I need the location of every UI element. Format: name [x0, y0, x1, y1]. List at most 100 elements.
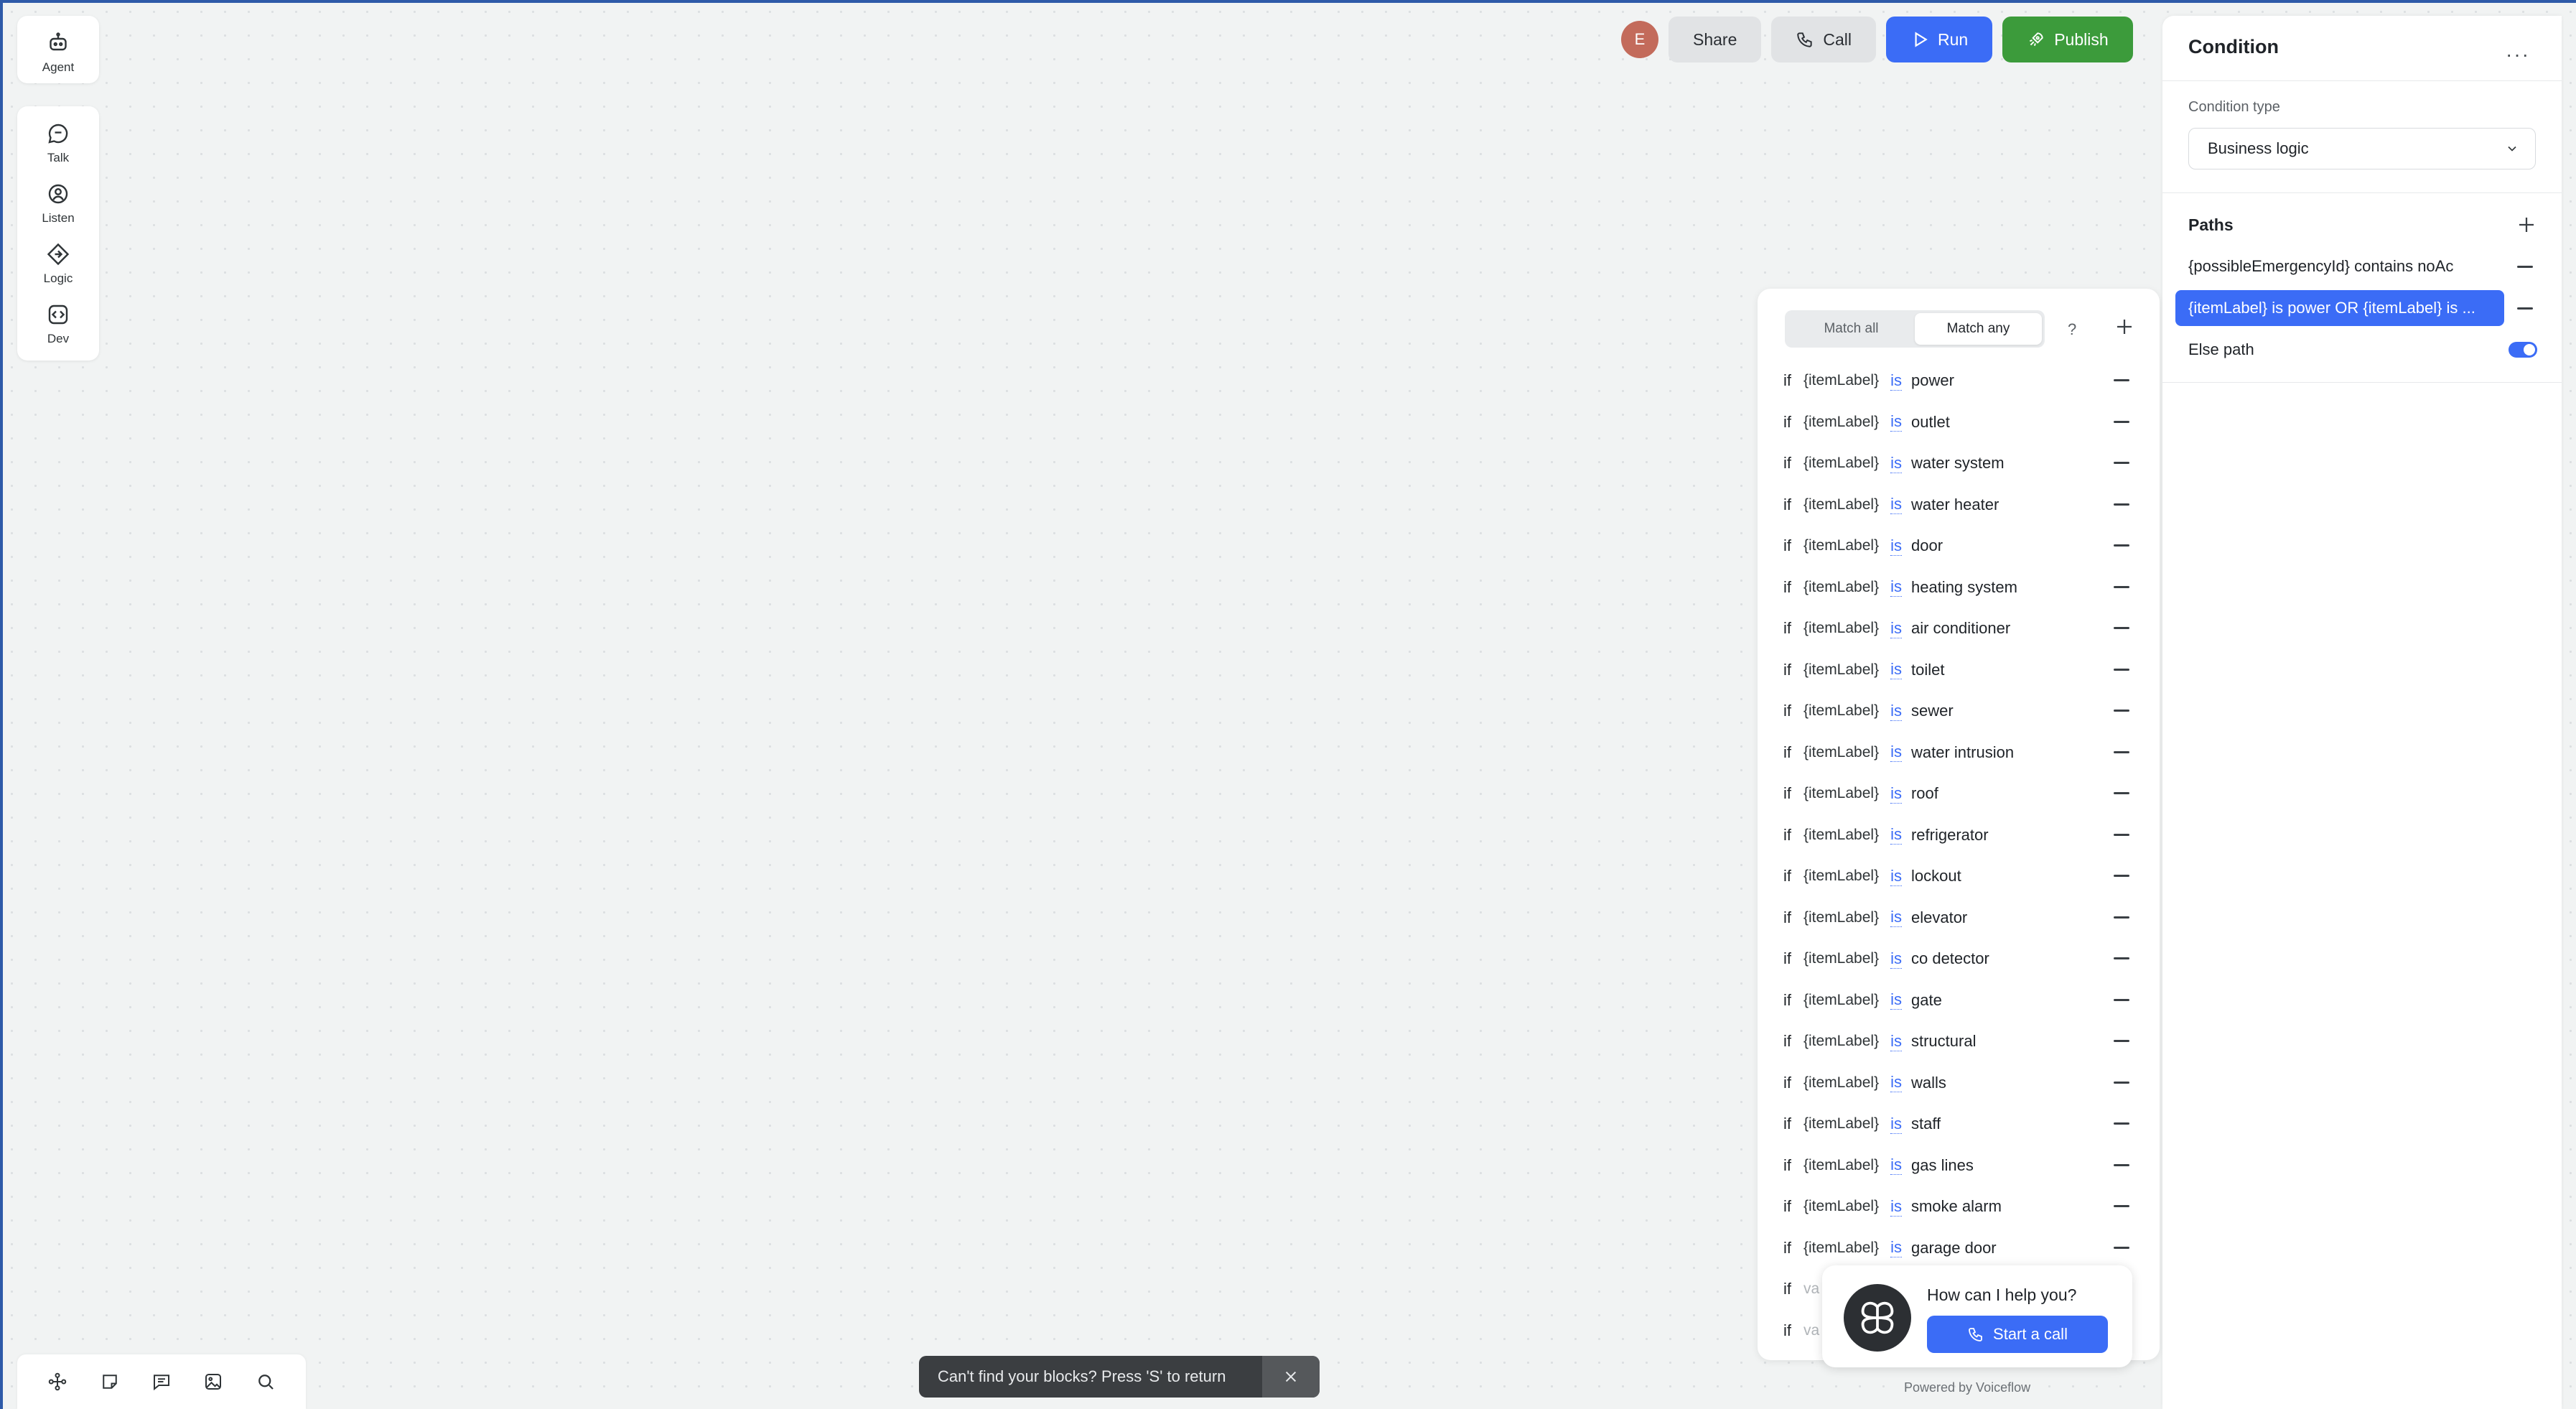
rule-operator[interactable]: is	[1890, 619, 1902, 638]
rule-operator[interactable]: is	[1890, 1155, 1902, 1175]
rule-operator[interactable]: is	[1890, 371, 1902, 391]
search-icon[interactable]	[255, 1371, 276, 1392]
remove-rule-icon[interactable]	[2114, 833, 2129, 836]
condition-rule-row[interactable]: if {itemLabel} is structural	[1783, 1027, 2135, 1056]
remove-rule-icon[interactable]	[2114, 1246, 2129, 1249]
condition-rule-row[interactable]: if {itemLabel} is water system	[1783, 449, 2135, 478]
publish-button[interactable]: Publish	[2002, 17, 2133, 62]
comment-icon[interactable]	[151, 1371, 172, 1392]
remove-rule-icon[interactable]	[2114, 1205, 2129, 1207]
condition-rule-row[interactable]: if {itemLabel} is smoke alarm	[1783, 1192, 2135, 1221]
call-button[interactable]: Call	[1771, 17, 1876, 62]
dev-button[interactable]: Dev	[17, 294, 99, 355]
condition-rule-row[interactable]: if {itemLabel} is co detector	[1783, 944, 2135, 973]
rule-operator[interactable]: is	[1890, 784, 1902, 804]
remove-rule-icon[interactable]	[2114, 379, 2129, 381]
start-call-button[interactable]: Start a call	[1927, 1316, 2108, 1353]
remove-path-icon[interactable]	[2517, 266, 2533, 268]
rule-operator[interactable]: is	[1890, 825, 1902, 845]
remove-path-icon[interactable]	[2517, 307, 2533, 310]
condition-rule-row[interactable]: if {itemLabel} is gas lines	[1783, 1151, 2135, 1180]
rule-variable: {itemLabel}	[1803, 991, 1880, 1008]
condition-rule-row[interactable]: if {itemLabel} is garage door	[1783, 1234, 2135, 1262]
path-item[interactable]: {possibleEmergencyId} contains noAc	[2188, 248, 2504, 284]
match-all-tab[interactable]: Match all	[1788, 313, 1915, 345]
rule-variable: {itemLabel}	[1803, 1033, 1880, 1049]
condition-type-select[interactable]: Business logic	[2188, 128, 2536, 169]
else-path-toggle[interactable]	[2509, 342, 2537, 358]
phone-icon	[1969, 1328, 1982, 1341]
condition-rule-row[interactable]: if {itemLabel} is outlet	[1783, 408, 2135, 437]
add-rule-icon[interactable]	[2114, 316, 2135, 338]
rule-operator[interactable]: is	[1890, 536, 1902, 556]
move-icon[interactable]	[47, 1371, 68, 1392]
rule-operator[interactable]: is	[1890, 743, 1902, 762]
condition-rule-row[interactable]: if {itemLabel} is sewer	[1783, 697, 2135, 725]
remove-rule-icon[interactable]	[2114, 875, 2129, 877]
match-any-tab[interactable]: Match any	[1915, 313, 2042, 345]
rule-operator[interactable]: is	[1890, 577, 1902, 597]
rule-operator[interactable]: is	[1890, 1032, 1902, 1051]
condition-rule-row[interactable]: if {itemLabel} is heating system	[1783, 573, 2135, 602]
rule-variable: {itemLabel}	[1803, 620, 1880, 636]
remove-rule-icon[interactable]	[2114, 1081, 2129, 1084]
remove-rule-icon[interactable]	[2114, 462, 2129, 464]
rule-operator[interactable]: is	[1890, 867, 1902, 886]
condition-rule-row[interactable]: if {itemLabel} is lockout	[1783, 862, 2135, 890]
remove-rule-icon[interactable]	[2114, 792, 2129, 794]
condition-rule-row[interactable]: if {itemLabel} is gate	[1783, 986, 2135, 1015]
remove-rule-icon[interactable]	[2114, 710, 2129, 712]
rule-operator[interactable]: is	[1890, 1115, 1902, 1134]
remove-rule-icon[interactable]	[2114, 1163, 2129, 1166]
condition-rule-row[interactable]: if {itemLabel} is walls	[1783, 1069, 2135, 1097]
condition-rule-row[interactable]: if {itemLabel} is door	[1783, 531, 2135, 560]
remove-rule-icon[interactable]	[2114, 750, 2129, 753]
rule-operator[interactable]: is	[1890, 1197, 1902, 1217]
condition-rule-row[interactable]: if {itemLabel} is toilet	[1783, 656, 2135, 684]
rule-operator[interactable]: is	[1890, 660, 1902, 679]
rule-operator[interactable]: is	[1890, 412, 1902, 432]
condition-rule-row[interactable]: if {itemLabel} is power	[1783, 366, 2135, 395]
remove-rule-icon[interactable]	[2114, 957, 2129, 959]
rule-operator[interactable]: is	[1890, 495, 1902, 514]
condition-rule-row[interactable]: if {itemLabel} is water intrusion	[1783, 738, 2135, 767]
remove-rule-icon[interactable]	[2114, 916, 2129, 919]
agent-button[interactable]: Agent	[17, 16, 99, 83]
rule-operator[interactable]: is	[1890, 990, 1902, 1010]
close-toast-button[interactable]	[1262, 1356, 1320, 1398]
path-item-selected[interactable]: {itemLabel} is power OR {itemLabel} is .…	[2175, 290, 2504, 326]
logic-button[interactable]: Logic	[17, 234, 99, 294]
remove-rule-icon[interactable]	[2114, 420, 2129, 423]
remove-rule-icon[interactable]	[2114, 1122, 2129, 1125]
rule-operator[interactable]: is	[1890, 908, 1902, 927]
remove-rule-icon[interactable]	[2114, 544, 2129, 547]
remove-rule-icon[interactable]	[2114, 585, 2129, 588]
remove-rule-icon[interactable]	[2114, 668, 2129, 671]
share-button[interactable]: Share	[1669, 17, 1762, 62]
rule-operator[interactable]: is	[1890, 1238, 1902, 1257]
rule-operator[interactable]: is	[1890, 949, 1902, 969]
rule-operator[interactable]: is	[1890, 1073, 1902, 1092]
image-icon[interactable]	[202, 1371, 224, 1392]
user-avatar[interactable]: E	[1621, 21, 1658, 58]
talk-button[interactable]: Talk	[17, 106, 99, 174]
run-button[interactable]: Run	[1886, 17, 1993, 62]
rule-operator[interactable]: is	[1890, 702, 1902, 721]
more-options-icon[interactable]: ···	[2506, 43, 2530, 66]
condition-rule-row[interactable]: if {itemLabel} is roof	[1783, 779, 2135, 808]
condition-rule-row[interactable]: if {itemLabel} is air conditioner	[1783, 614, 2135, 643]
remove-rule-icon[interactable]	[2114, 627, 2129, 629]
condition-rule-row[interactable]: if {itemLabel} is water heater	[1783, 490, 2135, 519]
rule-variable: {itemLabel}	[1803, 950, 1880, 967]
help-question-icon[interactable]: ?	[2068, 320, 2076, 339]
remove-rule-icon[interactable]	[2114, 503, 2129, 506]
rule-operator[interactable]: is	[1890, 454, 1902, 473]
listen-button[interactable]: Listen	[17, 174, 99, 234]
sticky-note-icon[interactable]	[99, 1371, 121, 1392]
condition-rule-row[interactable]: if {itemLabel} is staff	[1783, 1110, 2135, 1138]
add-path-icon[interactable]	[2516, 214, 2537, 236]
remove-rule-icon[interactable]	[2114, 1040, 2129, 1042]
condition-rule-row[interactable]: if {itemLabel} is refrigerator	[1783, 821, 2135, 850]
condition-rule-row[interactable]: if {itemLabel} is elevator	[1783, 903, 2135, 932]
remove-rule-icon[interactable]	[2114, 998, 2129, 1001]
